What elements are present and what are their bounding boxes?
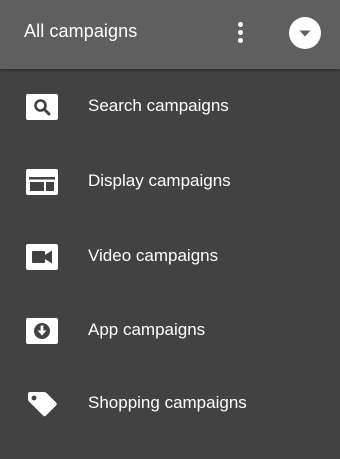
kebab-dot (238, 22, 243, 27)
kebab-dot (238, 30, 243, 35)
dropdown-button[interactable] (289, 17, 321, 49)
campaign-type-menu: All campaigns Search campaigns Display c… (0, 0, 340, 459)
menu-item-label: Video campaigns (88, 246, 219, 265)
display-layout-icon (26, 169, 58, 195)
kebab-dot (238, 38, 243, 43)
menu-item-label: Search campaigns (88, 96, 229, 115)
menu-item-search-campaigns[interactable]: Search campaigns (0, 70, 340, 144)
menu-item-video-campaigns[interactable]: Video campaigns (0, 220, 340, 294)
menu-item-label: App campaigns (88, 320, 206, 339)
chevron-down-icon (299, 30, 311, 37)
menu-item-app-campaigns[interactable]: App campaigns (0, 294, 340, 368)
menu-item-label: Shopping campaigns (88, 393, 247, 412)
menu-item-display-campaigns[interactable]: Display campaigns (0, 145, 340, 219)
more-vertical-icon[interactable] (228, 18, 252, 48)
tag-icon (28, 392, 57, 417)
search-icon (26, 94, 58, 120)
header-title: All campaigns (24, 21, 138, 41)
menu-item-shopping-campaigns[interactable]: Shopping campaigns (0, 367, 340, 441)
video-camera-icon (26, 244, 58, 270)
menu-item-label: Display campaigns (88, 171, 231, 190)
menu-header: All campaigns (0, 0, 340, 69)
download-app-icon (26, 318, 58, 344)
